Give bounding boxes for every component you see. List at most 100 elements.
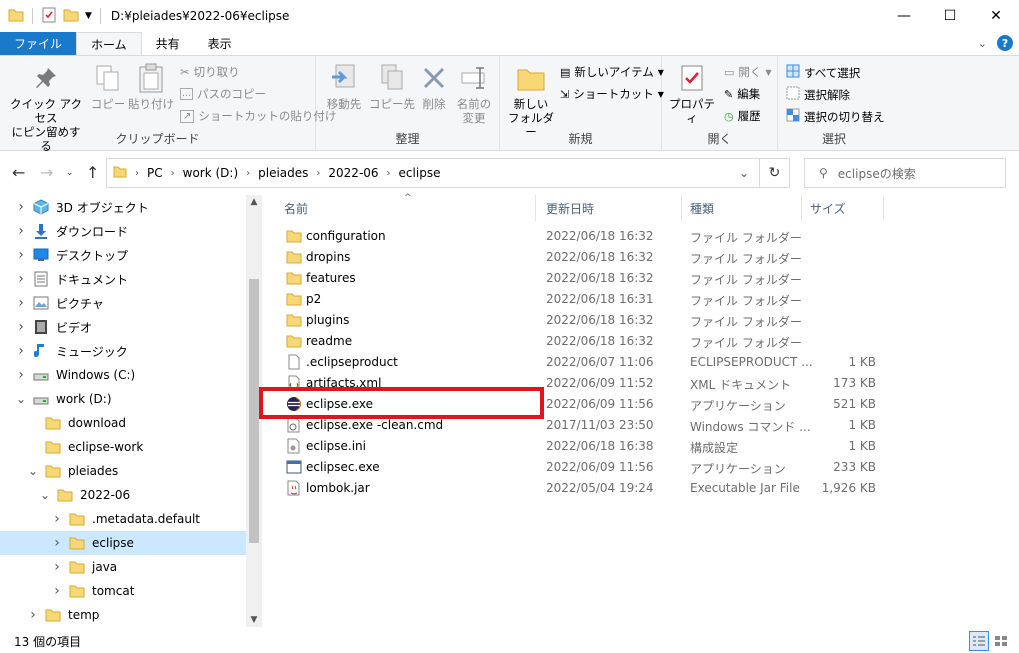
chevron-right-icon[interactable]: ›: [14, 319, 28, 335]
sidebar-item[interactable]: eclipse-work: [0, 435, 246, 459]
scroll-down-icon[interactable]: ▼: [246, 615, 262, 625]
file-row[interactable]: artifacts.xml 2022/06/09 11:52 XML ドキュメント 1…: [276, 373, 886, 394]
details-view-icon[interactable]: [969, 631, 989, 651]
sidebar-item[interactable]: ⌄ work (D:): [0, 387, 246, 411]
tab-share[interactable]: 共有: [142, 32, 194, 55]
new-folder-button[interactable]: 新しい フォルダー: [506, 62, 556, 139]
easy-access-button[interactable]: ⇲ ショートカット ▼: [560, 86, 664, 102]
chevron-right-icon[interactable]: ›: [171, 168, 175, 179]
up-arrow-icon[interactable]: ↑: [86, 163, 99, 182]
sidebar-item[interactable]: › eclipse: [0, 531, 246, 555]
move-to-button[interactable]: 移動先: [320, 62, 368, 111]
chevron-down-icon[interactable]: ⌄: [14, 392, 28, 406]
minimize-button[interactable]: —: [881, 0, 927, 32]
chevron-right-icon[interactable]: ›: [50, 535, 64, 551]
rename-button[interactable]: 名前の 変更: [452, 62, 496, 125]
refresh-button[interactable]: ↻: [760, 158, 790, 188]
sidebar-item[interactable]: › ミュージック: [0, 339, 246, 363]
delete-button[interactable]: 削除: [416, 62, 452, 111]
chevron-right-icon[interactable]: ›: [135, 168, 139, 179]
recent-locations-icon[interactable]: ⌄: [66, 168, 74, 178]
file-row[interactable]: .eclipseproduct 2022/06/07 11:06 ECLIPSEPR…: [276, 352, 886, 373]
sidebar-item[interactable]: › ピクチャ: [0, 291, 246, 315]
copy-to-button[interactable]: コピー先: [368, 62, 416, 111]
properties-icon[interactable]: [41, 7, 57, 26]
file-row[interactable]: dropins 2022/06/18 16:32 ファイル フォルダー: [276, 247, 886, 268]
sidebar-item[interactable]: ⌄ pleiades: [0, 459, 246, 483]
chevron-right-icon[interactable]: ›: [316, 168, 320, 179]
column-header-type[interactable]: 種類: [682, 195, 802, 221]
select-all-button[interactable]: すべて選択: [786, 64, 860, 81]
edit-button[interactable]: ✎ 編集: [724, 86, 760, 102]
cut-button[interactable]: ✂ 切り取り: [180, 64, 240, 80]
sidebar-item[interactable]: › java: [0, 555, 246, 579]
sidebar-item[interactable]: › .metadata.default: [0, 507, 246, 531]
chevron-right-icon[interactable]: ›: [50, 583, 64, 599]
address-bar[interactable]: › PC › work (D:) › pleiades › 2022-06 › …: [106, 158, 760, 188]
help-icon[interactable]: ?: [997, 35, 1013, 51]
scroll-up-icon[interactable]: ▲: [246, 197, 262, 207]
tab-file[interactable]: ファイル: [0, 32, 77, 55]
column-header-name[interactable]: 名前 ^: [276, 193, 536, 221]
nav-scrollbar[interactable]: ▲ ▼: [246, 195, 262, 627]
tab-view[interactable]: 表示: [194, 32, 246, 55]
chevron-right-icon[interactable]: ›: [387, 168, 391, 179]
chevron-right-icon[interactable]: ›: [14, 223, 28, 239]
file-row[interactable]: plugins 2022/06/18 16:32 ファイル フォルダー: [276, 310, 886, 331]
maximize-button[interactable]: ☐: [927, 0, 973, 32]
sidebar-item[interactable]: › デスクトップ: [0, 243, 246, 267]
breadcrumb-pc[interactable]: PC: [147, 166, 163, 180]
chevron-down-icon[interactable]: ⌄: [26, 464, 40, 478]
chevron-right-icon[interactable]: ›: [14, 367, 28, 383]
chevron-right-icon[interactable]: ›: [50, 559, 64, 575]
customize-qat-icon[interactable]: ▼: [85, 11, 92, 21]
column-header-date[interactable]: 更新日時: [538, 195, 682, 221]
chevron-down-icon[interactable]: ⌄: [38, 488, 52, 502]
chevron-down-icon[interactable]: ⌄: [978, 37, 987, 50]
sidebar-item[interactable]: › ダウンロード: [0, 219, 246, 243]
breadcrumb-pleiades[interactable]: pleiades: [258, 166, 308, 180]
select-none-button[interactable]: 選択解除: [786, 86, 850, 103]
large-icons-view-icon[interactable]: [991, 631, 1011, 651]
close-button[interactable]: ✕: [973, 0, 1019, 32]
sidebar-item[interactable]: › ドキュメント: [0, 267, 246, 291]
open-button[interactable]: ▭ 開く ▼: [724, 64, 772, 80]
sidebar-item[interactable]: › ビデオ: [0, 315, 246, 339]
new-folder-icon[interactable]: [63, 8, 79, 25]
chevron-right-icon[interactable]: ›: [50, 511, 64, 527]
chevron-right-icon[interactable]: ›: [14, 295, 28, 311]
chevron-right-icon[interactable]: ›: [246, 168, 250, 179]
breadcrumb-work-drive[interactable]: work (D:): [183, 166, 239, 180]
history-button[interactable]: ◷ 履歴: [724, 108, 761, 124]
file-row[interactable]: lombok.jar 2022/05/04 19:24 Executable Jar…: [276, 478, 886, 499]
file-row[interactable]: p2 2022/06/18 16:31 ファイル フォルダー: [276, 289, 886, 310]
chevron-right-icon[interactable]: ›: [26, 607, 40, 623]
file-row[interactable]: eclipse.ini 2022/06/18 16:38 構成設定 1 KB: [276, 436, 886, 457]
file-row[interactable]: eclipse.exe 2022/06/09 11:56 アプリケーション 521 K…: [276, 394, 886, 415]
sidebar-item[interactable]: download: [0, 411, 246, 435]
invert-selection-button[interactable]: 選択の切り替え: [786, 108, 885, 125]
sidebar-item[interactable]: › temp: [0, 603, 246, 627]
sidebar-item[interactable]: › Windows (C:): [0, 363, 246, 387]
file-list[interactable]: 名前 ^ 更新日時 種類 サイズ configuration 2022/06/18…: [276, 193, 1019, 627]
column-header-size[interactable]: サイズ: [802, 195, 884, 221]
chevron-right-icon[interactable]: ›: [14, 343, 28, 359]
chevron-right-icon[interactable]: ›: [14, 247, 28, 263]
chevron-down-icon[interactable]: ⌄: [739, 166, 749, 180]
forward-arrow-icon[interactable]: →: [40, 163, 53, 182]
copy-button[interactable]: コピー: [90, 62, 126, 111]
sidebar-item[interactable]: › tomcat: [0, 579, 246, 603]
breadcrumb-2022-06[interactable]: 2022-06: [328, 166, 378, 180]
back-arrow-icon[interactable]: ←: [12, 163, 25, 182]
sidebar-item[interactable]: ⌄ 2022-06: [0, 483, 246, 507]
copy-path-button[interactable]: … パスのコピー: [180, 86, 266, 102]
navigation-pane[interactable]: › temp › tomcat › java › eclipse › .metadata.defa…: [0, 195, 262, 627]
file-row[interactable]: eclipsec.exe 2022/06/09 11:56 アプリケーション 233 …: [276, 457, 886, 478]
file-row[interactable]: readme 2022/06/18 16:32 ファイル フォルダー: [276, 331, 886, 352]
paste-button[interactable]: 貼り付け: [128, 62, 174, 111]
file-row[interactable]: eclipse.exe -clean.cmd 2017/11/03 23:50 Wi…: [276, 415, 886, 436]
tab-home[interactable]: ホーム: [76, 32, 142, 55]
paste-shortcut-button[interactable]: ↗ ショートカットの貼り付け: [180, 108, 336, 124]
chevron-right-icon[interactable]: ›: [14, 199, 28, 215]
properties-button[interactable]: プロパティ: [666, 62, 718, 125]
